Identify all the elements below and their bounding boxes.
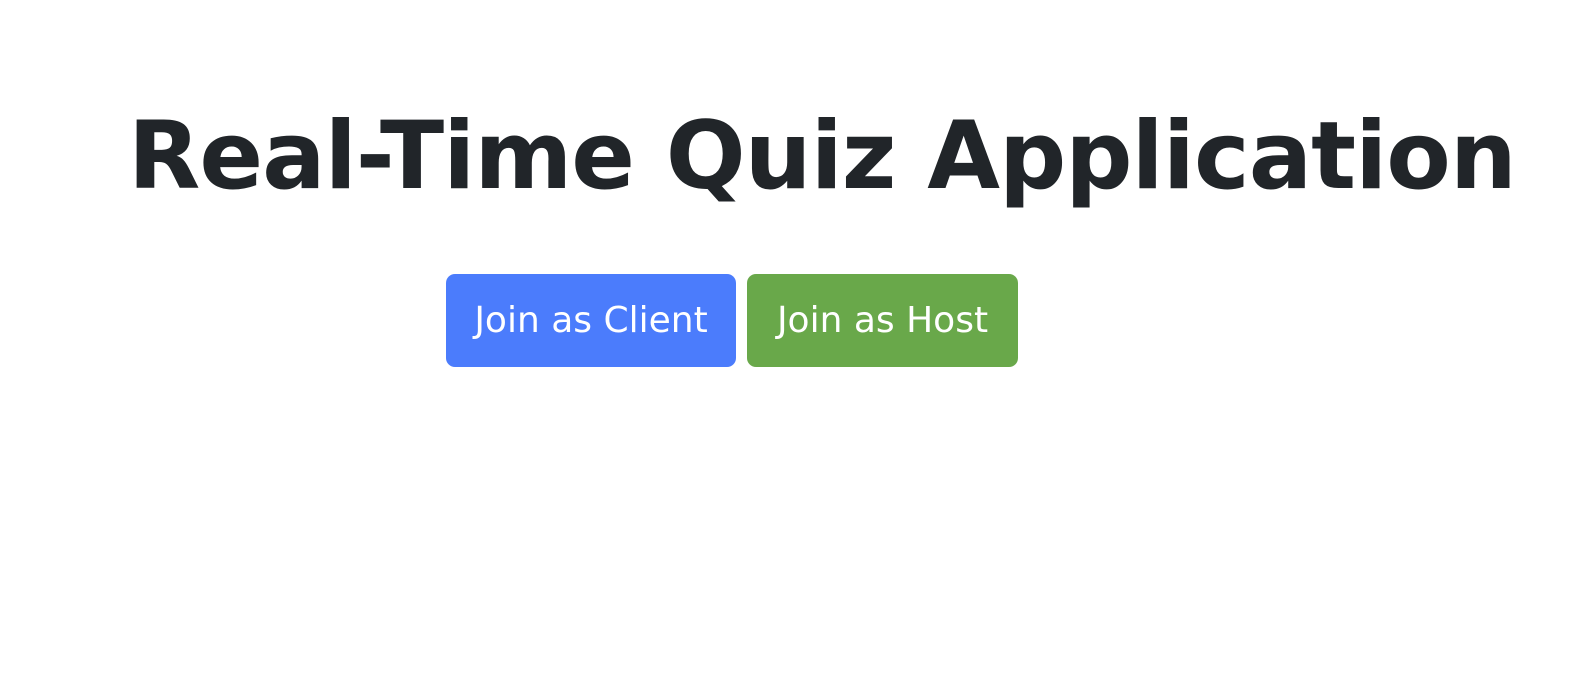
join-as-client-button[interactable]: Join as Client [446, 274, 736, 367]
button-row: Join as Client Join as Host [446, 274, 1018, 367]
join-as-host-button[interactable]: Join as Host [747, 274, 1018, 367]
page: Real-Time Quiz Application Join as Clien… [0, 0, 1596, 679]
page-title: Real-Time Quiz Application [128, 102, 1517, 211]
